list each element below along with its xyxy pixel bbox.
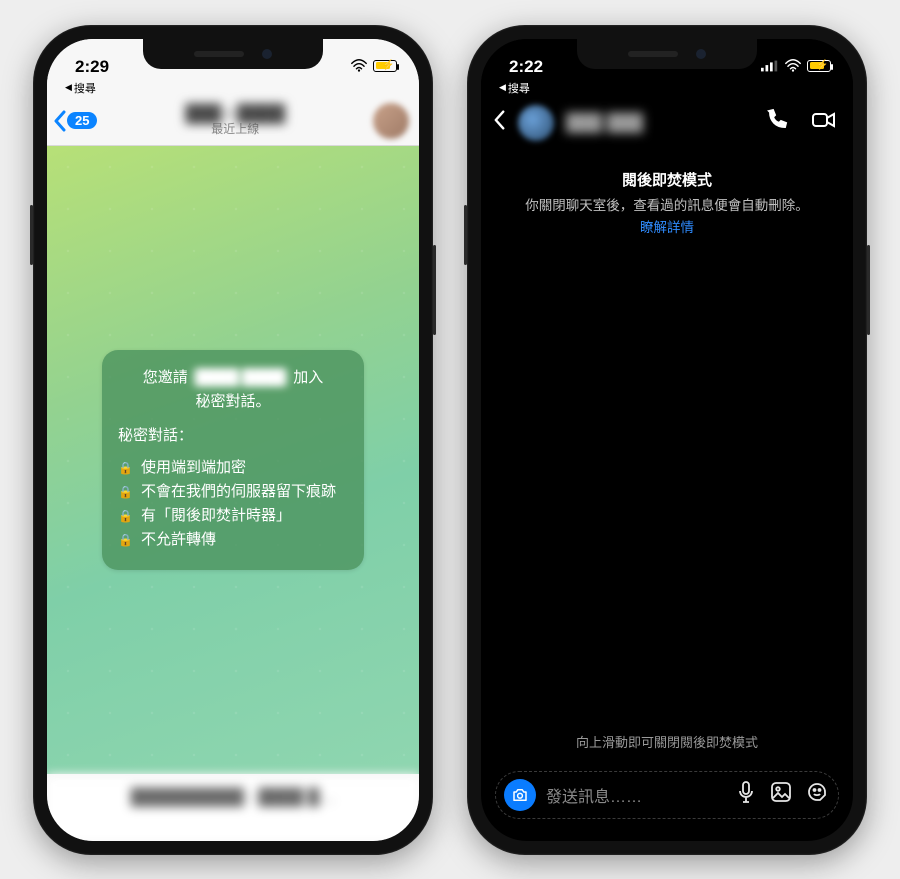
chat-header: ███ ███ xyxy=(481,99,853,151)
status-time: 2:29 xyxy=(75,57,109,77)
message-input-bar: 發送訊息…… xyxy=(495,771,839,819)
message-input[interactable]: 發送訊息…… xyxy=(546,783,726,807)
breadcrumb[interactable]: ◀ 搜尋 xyxy=(481,79,853,99)
vanish-title: 閱後即焚模式 xyxy=(481,169,853,190)
bullet-timer: 🔒有「閱後即焚計時器」 xyxy=(118,504,348,528)
signal-icon xyxy=(761,57,779,77)
invited-name: ████ ████ xyxy=(192,369,289,386)
wifi-icon xyxy=(350,57,368,77)
phone-left: 2:29 ⚡ ◀ 搜尋 25 ███ ▪ ████ 最近上線 xyxy=(33,25,433,855)
battery-icon: ⚡ xyxy=(807,57,831,77)
back-triangle-icon: ◀ xyxy=(65,82,72,93)
bullet-no-forward: 🔒不允許轉傳 xyxy=(118,528,348,552)
section-label: 秘密對話： xyxy=(118,424,348,448)
chat-body[interactable]: 您邀請 ████ ████ 加入 秘密對話。 秘密對話： 🔒使用端到端加密 🔒不… xyxy=(47,146,419,774)
secret-chat-card: 您邀請 ████ ████ 加入 秘密對話。 秘密對話： 🔒使用端到端加密 🔒不… xyxy=(102,350,364,570)
bullet-no-trace: 🔒不會在我們的伺服器留下痕跡 xyxy=(118,480,348,504)
chat-body[interactable]: 閱後即焚模式 你關閉聊天室後，查看過的訊息便會自動刪除。 瞭解詳情 向上滑動即可… xyxy=(481,151,853,761)
contact-name[interactable]: ███ ███ xyxy=(566,113,753,133)
screen-telegram: 2:29 ⚡ ◀ 搜尋 25 ███ ▪ ████ 最近上線 xyxy=(47,39,419,841)
wifi-icon xyxy=(784,57,802,77)
contact-status: 最近上線 xyxy=(103,123,367,137)
lock-icon: 🔒 xyxy=(118,483,133,502)
battery-icon: ⚡ xyxy=(373,57,397,77)
lock-icon: 🔒 xyxy=(118,507,133,526)
bullet-e2e: 🔒使用端到端加密 xyxy=(118,456,348,480)
avatar[interactable] xyxy=(373,103,409,139)
vanish-desc: 你關閉聊天室後，查看過的訊息便會自動刪除。 xyxy=(481,194,853,214)
back-button[interactable] xyxy=(493,109,506,137)
chat-title-block[interactable]: ███ ▪ ████ 最近上線 xyxy=(103,104,367,137)
lock-icon: 🔒 xyxy=(118,459,133,478)
swipe-hint: 向上滑動即可關閉閱後即焚模式 xyxy=(481,732,853,751)
chat-header: 25 ███ ▪ ████ 最近上線 xyxy=(47,99,419,146)
mic-button[interactable] xyxy=(736,781,756,808)
vanish-mode-info: 閱後即焚模式 你關閉聊天室後，查看過的訊息便會自動刪除。 瞭解詳情 xyxy=(481,169,853,236)
back-triangle-icon: ◀ xyxy=(499,82,506,93)
phone-right: 2:22 ⚡ ◀ 搜尋 ███ ███ xyxy=(467,25,867,855)
notch xyxy=(577,39,757,69)
avatar[interactable] xyxy=(518,105,554,141)
message-input[interactable]: ██████████ - ████ █… xyxy=(47,774,419,841)
learn-more-link[interactable]: 瞭解詳情 xyxy=(640,216,694,236)
status-time: 2:22 xyxy=(509,57,543,77)
camera-button[interactable] xyxy=(504,779,536,811)
gallery-button[interactable] xyxy=(770,781,792,808)
contact-name: ███ ▪ ████ xyxy=(103,104,367,124)
screen-messenger: 2:22 ⚡ ◀ 搜尋 ███ ███ xyxy=(481,39,853,841)
breadcrumb[interactable]: ◀ 搜尋 xyxy=(47,79,419,99)
lock-icon: 🔒 xyxy=(118,531,133,550)
call-button[interactable] xyxy=(765,108,789,137)
back-button[interactable]: 25 xyxy=(53,110,97,132)
sticker-button[interactable] xyxy=(806,781,828,808)
notch xyxy=(143,39,323,69)
video-button[interactable] xyxy=(811,108,837,137)
unread-badge: 25 xyxy=(67,112,97,129)
